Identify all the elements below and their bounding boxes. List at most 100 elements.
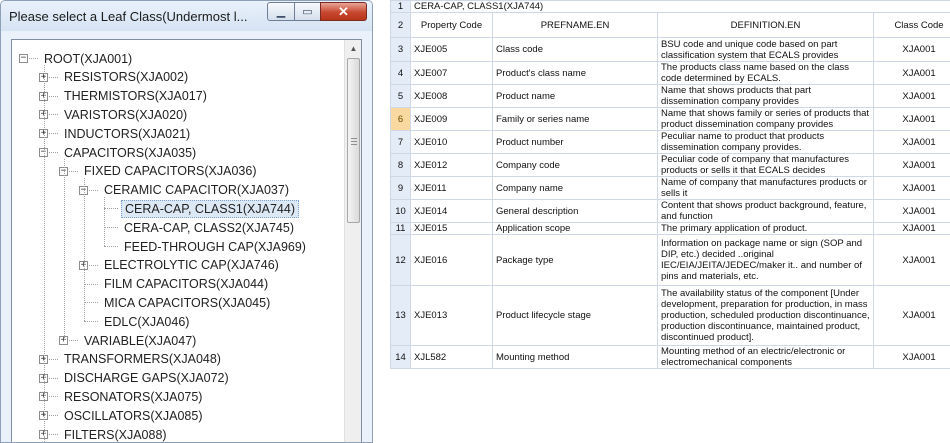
definition-cell[interactable]: Name that shows family or series of prod… (657, 107, 874, 131)
property-code-cell[interactable]: XJE010 (410, 130, 493, 154)
tree-item[interactable]: RESONATORS(XJA075) (61, 387, 205, 406)
tree-item[interactable]: FEED-THROUGH CAP(XJA969) (121, 237, 309, 256)
property-code-cell[interactable]: XJE013 (410, 285, 493, 346)
row-header[interactable]: 10 (390, 199, 411, 223)
prefname-cell[interactable]: Product lifecycle stage (492, 285, 658, 346)
row-header[interactable]: 11 (390, 222, 411, 235)
prefname-cell[interactable]: Product's class name (492, 61, 658, 85)
class-code-cell[interactable]: XJA001 (873, 176, 950, 200)
row-header-2[interactable]: 2 (390, 12, 411, 38)
definition-cell[interactable]: Name of company that manufactures produc… (657, 176, 874, 200)
tree-item[interactable]: ROOT(XJA001) (41, 49, 135, 68)
property-code-cell[interactable]: XJE005 (410, 37, 493, 62)
definition-cell[interactable]: BSU code and unique code based on part c… (657, 37, 874, 62)
definition-cell[interactable]: Peculiar code of company that manufactur… (657, 153, 874, 177)
prefname-cell[interactable]: Product number (492, 130, 658, 154)
definition-cell[interactable]: Peculiar name to product that products d… (657, 130, 874, 154)
prefname-cell[interactable]: Family or series name (492, 107, 658, 131)
prefname-cell[interactable]: Class code (492, 37, 658, 62)
property-code-cell[interactable]: XJE008 (410, 84, 493, 108)
tree-item[interactable]: CERAMIC CAPACITOR(XJA037) (101, 181, 292, 200)
prefname-cell[interactable]: Product name (492, 84, 658, 108)
prefname-cell[interactable]: Mounting method (492, 345, 658, 369)
class-code-cell[interactable]: XJA001 (873, 153, 950, 177)
prefname-cell[interactable]: Package type (492, 234, 658, 286)
row-header[interactable]: 3 (390, 37, 411, 62)
row-header[interactable]: 4 (390, 61, 411, 85)
tree-item[interactable]: RESISTORS(XJA002) (61, 68, 191, 87)
class-code-cell[interactable]: XJA001 (873, 107, 950, 131)
tree-item[interactable]: CERA-CAP, CLASS2(XJA745) (121, 218, 297, 237)
tree-item[interactable]: CERA-CAP, CLASS1(XJA744) (121, 199, 299, 218)
definition-cell[interactable]: Mounting method of an electric/electroni… (657, 345, 874, 369)
tree-item[interactable]: INDUCTORS(XJA021) (61, 124, 193, 143)
tree-item[interactable]: MICA CAPACITORS(XJA045) (101, 293, 273, 312)
definition-cell[interactable]: Content that shows product background, f… (657, 199, 874, 223)
tree-item[interactable]: VARISTORS(XJA020) (61, 105, 190, 124)
tree-item-label: RESISTORS(XJA002) (64, 70, 189, 85)
property-code-cell[interactable]: XJE015 (410, 222, 493, 235)
row-header[interactable]: 12 (390, 234, 411, 286)
tree-item[interactable]: TRANSFORMERS(XJA048) (61, 350, 224, 369)
class-code-cell[interactable]: XJA001 (873, 199, 950, 223)
prefname-cell[interactable]: Application scope (492, 222, 658, 235)
row-header[interactable]: 8 (390, 153, 411, 177)
class-tree-view[interactable]: ▲ − ROOT(XJA001) + RESISTORS(XJA002) + THERMI… (11, 39, 362, 442)
property-code-cell[interactable]: XJE009 (410, 107, 493, 131)
definition-cell[interactable]: Name that shows products that part disse… (657, 84, 874, 108)
property-code-cell[interactable]: XJE016 (410, 234, 493, 286)
property-code-cell[interactable]: XJL582 (410, 345, 493, 369)
tree-scrollbar[interactable]: ▲ (344, 40, 361, 442)
prefname-cell[interactable]: Company name (492, 176, 658, 200)
tree-item-label: OSCILLATORS(XJA085) (64, 408, 203, 423)
property-code-cell[interactable]: XJE012 (410, 153, 493, 177)
minimize-button[interactable]: ▁ (267, 2, 295, 21)
row-header-1[interactable]: 1 (390, 0, 411, 13)
property-code-cell[interactable]: XJE007 (410, 61, 493, 85)
property-code-cell[interactable]: XJE014 (410, 199, 493, 223)
tree-item[interactable]: EDLC(XJA046) (101, 312, 192, 331)
row-header[interactable]: 6 (390, 107, 411, 131)
definition-cell[interactable]: Information on package name or sign (SOP… (657, 234, 874, 286)
tree-item[interactable]: CAPACITORS(XJA035) (61, 143, 199, 162)
close-button[interactable]: ✕ (320, 2, 367, 21)
tree-item[interactable]: ELECTROLYTIC CAP(XJA746) (101, 256, 282, 275)
header-definition[interactable]: DEFINITION.EN (657, 12, 874, 38)
class-code-cell[interactable]: XJA001 (873, 84, 950, 108)
sheet-class-title-cell[interactable]: CERA-CAP, CLASS1(XJA744) (410, 0, 950, 13)
tree-item[interactable]: FILM CAPACITORS(XJA044) (101, 275, 271, 294)
row-header[interactable]: 5 (390, 84, 411, 108)
class-code-cell[interactable]: XJA001 (873, 234, 950, 286)
row-header[interactable]: 13 (390, 285, 411, 346)
prefname-cell[interactable]: General description (492, 199, 658, 223)
definition-cell[interactable]: The primary application of product. (657, 222, 874, 235)
row-header[interactable]: 14 (390, 345, 411, 369)
tree-item[interactable]: OSCILLATORS(XJA085) (61, 406, 205, 425)
header-prefname[interactable]: PREFNAME.EN (492, 12, 658, 38)
header-class-code[interactable]: Class Code (873, 12, 950, 38)
class-code-cell[interactable]: XJA001 (873, 37, 950, 62)
collapse-minus-icon[interactable]: − (19, 54, 28, 63)
dialog-titlebar[interactable]: Please select a Leaf Class(Undermost l..… (1, 1, 372, 31)
tree-item[interactable]: DISCHARGE GAPS(XJA072) (61, 369, 232, 388)
class-code-cell[interactable]: XJA001 (873, 222, 950, 235)
class-code-cell[interactable]: XJA001 (873, 61, 950, 85)
scrollbar-thumb[interactable] (347, 58, 360, 223)
header-property-code[interactable]: Property Code (410, 12, 493, 38)
class-code-cell[interactable]: XJA001 (873, 345, 950, 369)
scroll-up-arrow-icon[interactable]: ▲ (345, 40, 361, 57)
class-code-cell[interactable]: XJA001 (873, 130, 950, 154)
definition-cell[interactable]: The availability status of the component… (657, 285, 874, 346)
class-code-cell[interactable]: XJA001 (873, 285, 950, 346)
maximize-button[interactable]: ▭ (294, 2, 321, 21)
tree-item[interactable]: FILTERS(XJA088) (61, 425, 170, 442)
tree-item[interactable]: FIXED CAPACITORS(XJA036) (81, 162, 260, 181)
tree-item-label: FEED-THROUGH CAP(XJA969) (124, 239, 306, 254)
tree-item[interactable]: VARIABLE(XJA047) (81, 331, 199, 350)
row-header[interactable]: 7 (390, 130, 411, 154)
row-header[interactable]: 9 (390, 176, 411, 200)
prefname-cell[interactable]: Company code (492, 153, 658, 177)
tree-item[interactable]: THERMISTORS(XJA017) (61, 87, 210, 106)
definition-cell[interactable]: The products class name based on the cla… (657, 61, 874, 85)
property-code-cell[interactable]: XJE011 (410, 176, 493, 200)
